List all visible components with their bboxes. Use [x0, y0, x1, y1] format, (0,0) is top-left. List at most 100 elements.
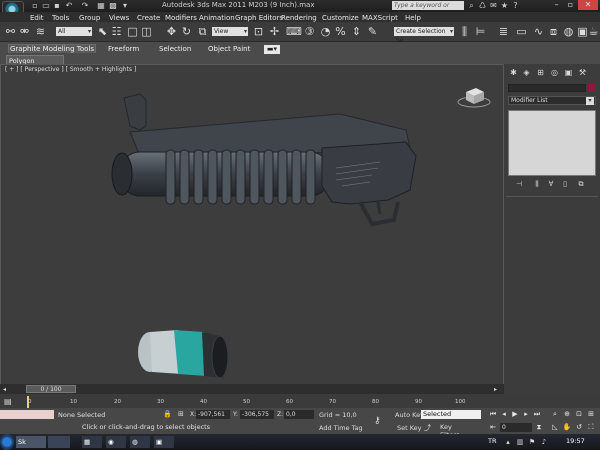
volume-icon[interactable]: ♪ [540, 438, 548, 446]
undo-icon[interactable]: ↶ [64, 2, 74, 10]
search-input[interactable]: Type a keyword or phrase [392, 1, 464, 18]
goto-start-icon[interactable]: ⏮ [488, 410, 498, 419]
goto-end-icon[interactable]: ⏭ [532, 410, 542, 419]
fetch-icon[interactable]: ▩ [108, 2, 118, 10]
zoom-icon[interactable]: ⌕ [550, 410, 560, 419]
select-and-rotate-icon[interactable]: ↻ [180, 25, 193, 38]
default-in-out-tangents-icon[interactable]: ⤴ [424, 423, 436, 432]
taskbar-item[interactable]: Sk [16, 436, 46, 448]
object-color-swatch[interactable] [588, 84, 596, 92]
absolute-mode-icon[interactable]: ⊞ [178, 410, 188, 419]
bind-space-warp-icon[interactable]: ≋ [34, 25, 47, 38]
create-panel-icon[interactable]: ✱ [508, 68, 519, 78]
material-editor-icon[interactable]: ◍ [562, 25, 575, 38]
window-crossing-icon[interactable]: ◫ [140, 25, 153, 38]
remove-modifier-icon[interactable]: ▯ [560, 180, 570, 189]
tab-graphite-modeling-tools[interactable]: Graphite Modeling Tools [8, 44, 96, 53]
pan-view-icon[interactable]: ✋ [562, 423, 572, 432]
select-by-name-icon[interactable]: ☷ [110, 25, 123, 38]
project-folder-icon[interactable]: ▾ [120, 2, 130, 10]
maxscript-listener[interactable] [0, 410, 54, 419]
select-and-scale-icon[interactable]: ⧉ [196, 25, 209, 38]
search-icon[interactable]: ⌕ [467, 1, 476, 10]
subscription-icon[interactable]: ♺ [478, 1, 487, 10]
key-mode-toggle-icon[interactable]: ⇤ [488, 423, 498, 432]
selection-filter-dropdown[interactable]: All [56, 27, 92, 36]
show-end-result-icon[interactable]: ⫼ [532, 180, 542, 189]
orbit-icon[interactable]: ↺ [574, 423, 584, 432]
time-configuration-icon[interactable]: ⧗ [534, 423, 544, 432]
favorites-icon[interactable]: ★ [500, 1, 509, 10]
play-icon[interactable]: ▶ [510, 410, 520, 419]
mirror-icon[interactable]: ⫼ [458, 25, 471, 38]
zoom-extents-icon[interactable]: ⊡ [574, 410, 584, 419]
close-button[interactable]: ✕ [578, 0, 598, 10]
reference-coordinate-dropdown[interactable]: View [212, 27, 248, 36]
display-panel-icon[interactable]: ▣ [563, 68, 574, 78]
help-icon[interactable]: ? [511, 1, 520, 10]
slider-prev-icon[interactable]: ◂ [3, 386, 11, 393]
redo-icon[interactable]: ↷ [80, 2, 90, 10]
track-bar[interactable] [0, 394, 600, 408]
next-frame-icon[interactable]: ▸ [521, 410, 531, 419]
viewcube-icon[interactable] [456, 82, 492, 110]
graphite-toggle-icon[interactable]: ▭ [515, 25, 528, 38]
tab-freeform[interactable]: Freeform [108, 45, 139, 54]
3dsmax-taskbar-icon[interactable]: ▣ [154, 436, 174, 448]
configure-modifier-sets-icon[interactable]: ⧉ [576, 180, 586, 189]
y-coord-field[interactable]: -306,575 [240, 410, 274, 419]
key-icon[interactable]: ⚷ [374, 416, 390, 426]
select-object-icon[interactable]: ⬉ [96, 25, 109, 38]
add-time-tag-button[interactable]: Add Time Tag [319, 424, 363, 432]
field-of-view-icon[interactable]: ◺ [550, 423, 560, 432]
object-name-field[interactable] [508, 84, 586, 92]
layer-manager-icon[interactable]: ≣ [497, 25, 510, 38]
ribbon-options-icon[interactable]: ▬▾ [264, 45, 280, 54]
hierarchy-panel-icon[interactable]: ⊞ [535, 68, 546, 78]
key-filters-button[interactable]: Key Filters... [440, 423, 478, 439]
maximize-button[interactable]: ▫ [564, 0, 577, 10]
hold-icon[interactable]: ▦ [96, 2, 106, 10]
modifier-stack[interactable] [508, 110, 596, 176]
previous-frame-icon[interactable]: ◂ [499, 410, 509, 419]
make-unique-icon[interactable]: ∀ [546, 180, 556, 189]
auto-key-button[interactable]: Auto Key [395, 411, 424, 419]
keyboard-shortcut-icon[interactable]: ⌨ [286, 25, 302, 38]
zoom-extents-all-icon[interactable]: ⊞ [586, 410, 596, 419]
tray-arrow-icon[interactable]: ▴ [504, 438, 512, 446]
viewport-label[interactable]: [ + ] [ Perspective ] [ Smooth + Highlig… [5, 66, 136, 73]
open-mini-curve-editor-icon[interactable]: ▤ [4, 397, 14, 407]
select-and-link-icon[interactable]: ⚯ [4, 25, 17, 38]
open-file-icon[interactable]: ▭ [41, 2, 51, 10]
pin-stack-icon[interactable]: ⊣ [514, 180, 524, 189]
curve-editor-icon[interactable]: ∿ [532, 25, 545, 38]
named-selection-dropdown[interactable]: Create Selection Se [394, 27, 454, 44]
tab-object-paint[interactable]: Object Paint [208, 45, 250, 54]
spinner-snap-icon[interactable]: ⇕ [350, 25, 363, 38]
grenade-launcher-model[interactable] [110, 90, 430, 230]
angle-snap-icon[interactable]: ◔ [319, 25, 332, 38]
time-slider-thumb[interactable]: 0 / 100 [26, 385, 76, 393]
set-key-button[interactable]: Set Key [397, 424, 422, 432]
minimize-button[interactable]: – [550, 0, 563, 10]
taskbar-item[interactable] [48, 436, 70, 448]
network-icon[interactable]: ▥ [516, 438, 524, 446]
align-icon[interactable]: ⊨ [474, 25, 487, 38]
rectangular-selection-icon[interactable]: □ [126, 25, 139, 38]
selection-lock-icon[interactable]: 🔒 [163, 410, 173, 419]
utilities-panel-icon[interactable]: ⚒ [577, 68, 588, 78]
modifier-list-dropdown[interactable]: Modifier List [508, 96, 596, 105]
snaps-toggle-icon[interactable]: ③ [303, 25, 316, 38]
percent-snap-icon[interactable]: % [334, 25, 347, 38]
schematic-view-icon[interactable]: ⧈ [547, 25, 560, 38]
select-and-manipulate-icon[interactable]: ✢ [268, 25, 281, 38]
grenade-round-model[interactable] [134, 326, 234, 386]
render-icon[interactable]: ☕ [588, 25, 599, 38]
zoom-all-icon[interactable]: ⊕ [562, 410, 572, 419]
unlink-icon[interactable]: ⚮ [18, 25, 31, 38]
language-indicator[interactable]: TR [488, 437, 497, 445]
save-file-icon[interactable]: ▪ [52, 2, 62, 10]
explorer-taskbar-icon[interactable]: ▦ [82, 436, 102, 448]
new-file-icon[interactable]: ▫ [30, 2, 40, 10]
edit-named-selection-icon[interactable]: ✎ [366, 25, 379, 38]
